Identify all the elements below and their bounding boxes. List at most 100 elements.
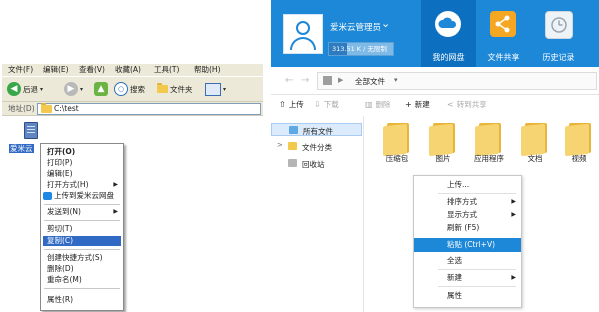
menu-file[interactable]: 文件(F) xyxy=(8,65,33,75)
chevron-down-icon[interactable]: ⌄ xyxy=(381,17,390,30)
tab-my-disk[interactable]: 我的网盘 xyxy=(421,0,476,67)
ctx-view-mode[interactable]: 显示方式 ▶ xyxy=(414,208,521,222)
submenu-arrow-icon: ▶ xyxy=(113,208,118,215)
avatar[interactable] xyxy=(283,14,323,54)
ctx-paste[interactable]: 粘贴 (Ctrl+V) xyxy=(414,238,521,252)
ctx-cut[interactable]: 剪切(T) xyxy=(43,224,121,234)
folder-item[interactable]: 视频 xyxy=(559,121,599,165)
tab-file-share-label: 文件共享 xyxy=(487,53,520,62)
menu-separator xyxy=(438,269,516,270)
quota-text: 313.51 K / 无限制 xyxy=(332,45,387,53)
chevron-right-icon: ▶ xyxy=(338,76,344,84)
ctx-properties[interactable]: 属性(R) xyxy=(43,295,121,305)
breadcrumb-current[interactable]: 全部文件 xyxy=(355,76,385,87)
menu-separator xyxy=(44,288,120,289)
ctx-refresh[interactable]: 刷新 (F5) xyxy=(414,221,521,235)
address-value: C:\test xyxy=(54,104,79,113)
ctx-select-all[interactable]: 全选 xyxy=(414,254,521,268)
ctx-edit[interactable]: 编辑(E) xyxy=(43,169,121,179)
ctx-properties[interactable]: 属性 xyxy=(414,289,521,303)
avatar-body-icon xyxy=(290,37,316,50)
sidebar: 所有文件 > 文件分类 回收站 xyxy=(271,116,364,312)
menu-separator xyxy=(438,193,516,194)
search-label: 搜索 xyxy=(130,84,145,94)
ctx-rename[interactable]: 重命名(M) xyxy=(43,275,121,285)
sidebar-item-recycle-bin[interactable]: 回收站 xyxy=(271,157,362,170)
submenu-arrow-icon: ▶ xyxy=(113,181,118,188)
menu-separator xyxy=(44,204,120,205)
ctx-open-with[interactable]: 打开方式(H) ▶ xyxy=(43,180,121,190)
ctx-send-to[interactable]: 发送到(N) ▶ xyxy=(43,207,121,217)
upload-icon: ⇧ xyxy=(279,100,286,109)
folders-button[interactable]: 文件夹 xyxy=(157,81,193,97)
upload-label: 上传 xyxy=(288,100,304,109)
address-bar: 地址(D) C:\test xyxy=(2,102,263,116)
folder-icon xyxy=(41,103,52,113)
back-arrow-icon[interactable]: ← xyxy=(285,75,293,86)
clock-icon xyxy=(545,11,573,39)
explorer-menubar: 文件(F) 编辑(E) 查看(V) 收藏(A) 工具(T) 帮助(H) xyxy=(2,64,263,76)
cloud-icon xyxy=(435,11,461,37)
ctx-upload-cloud[interactable]: 上传到爱米云网盘 xyxy=(43,191,121,201)
delete-button[interactable]: ▥ 删除 xyxy=(365,100,391,110)
sidebar-item-all-files[interactable]: 所有文件 xyxy=(271,123,362,136)
sidebar-item-label: 回收站 xyxy=(302,160,325,169)
ctx-delete[interactable]: 删除(D) xyxy=(43,264,121,274)
ctx-open[interactable]: 打开(O) xyxy=(43,147,121,157)
submenu-arrow-icon: ▶ xyxy=(511,211,516,218)
ctx-copy[interactable]: 复制(C) xyxy=(43,236,121,246)
breadcrumb[interactable]: ▶ 全部文件 ▾ xyxy=(317,72,597,90)
ctx-print[interactable]: 打印(P) xyxy=(43,158,121,168)
forward-button[interactable]: ▶ ▾ xyxy=(64,81,83,97)
file-icon[interactable] xyxy=(24,122,38,139)
folder-item[interactable]: 图片 xyxy=(423,121,463,165)
ctx-create-shortcut[interactable]: 创建快捷方式(S) xyxy=(43,253,121,263)
forward-arrow-icon[interactable]: → xyxy=(301,75,309,86)
views-button[interactable]: ▾ xyxy=(205,81,226,97)
new-button[interactable]: + 新建 xyxy=(405,100,430,110)
menu-view[interactable]: 查看(V) xyxy=(79,65,105,75)
search-button[interactable]: ○ 搜索 xyxy=(114,81,145,97)
folder-item[interactable]: 压缩包 xyxy=(377,121,417,165)
menu-tools[interactable]: 工具(T) xyxy=(154,65,179,75)
menu-separator xyxy=(438,286,516,287)
sidebar-item-categories[interactable]: > 文件分类 xyxy=(271,140,362,153)
folder-item[interactable]: 应用程序 xyxy=(469,121,509,165)
back-label: 后退 xyxy=(23,84,38,94)
menu-help[interactable]: 帮助(H) xyxy=(194,65,221,75)
file-label[interactable]: 爱米云 xyxy=(9,144,34,153)
ctx-sort-by[interactable]: 排序方式 ▶ xyxy=(414,195,521,209)
recycle-bin-icon xyxy=(288,159,297,167)
menu-edit[interactable]: 编辑(E) xyxy=(43,65,69,75)
submenu-arrow-icon: ▶ xyxy=(511,274,516,281)
download-button[interactable]: ⇩ 下载 xyxy=(314,100,339,110)
upload-button[interactable]: ⇧ 上传 xyxy=(279,100,304,110)
chevron-right-icon[interactable]: > xyxy=(277,141,283,149)
folder-icon xyxy=(289,126,298,134)
avatar-head-icon xyxy=(296,21,310,35)
menu-favorites[interactable]: 收藏(A) xyxy=(115,65,141,75)
ctx-upload[interactable]: 上传... xyxy=(414,178,521,192)
back-button[interactable]: ◀ 后退 ▾ xyxy=(7,81,43,97)
address-input[interactable]: C:\test xyxy=(37,103,261,115)
up-folder-button[interactable]: ▲ xyxy=(94,81,108,97)
plus-icon: + xyxy=(405,100,412,109)
chevron-down-icon[interactable]: ▾ xyxy=(394,76,398,84)
folder-icon xyxy=(288,142,297,150)
chevron-down-icon: ▾ xyxy=(223,85,227,93)
up-folder-icon: ▲ xyxy=(94,82,108,96)
tab-history[interactable]: 历史记录 xyxy=(531,0,586,67)
username[interactable]: 爱米云管理员 xyxy=(330,21,381,33)
tab-file-share[interactable]: 文件共享 xyxy=(476,0,531,67)
ctx-new[interactable]: 新建 ▶ xyxy=(414,271,521,285)
cloud-icon xyxy=(43,192,52,200)
download-label: 下载 xyxy=(323,100,339,109)
folder-icon xyxy=(157,83,168,93)
share-button[interactable]: < 转到共享 xyxy=(447,100,487,110)
file-toolbar: ⇧ 上传 ⇩ 下载 ▥ 删除 + 新建 < 转到共享 xyxy=(271,95,599,115)
menu-separator xyxy=(44,249,120,250)
address-label: 地址(D) xyxy=(8,104,35,113)
sidebar-item-label: 所有文件 xyxy=(303,127,333,136)
chevron-down-icon: ▾ xyxy=(80,85,84,93)
trash-icon: ▥ xyxy=(365,100,373,109)
